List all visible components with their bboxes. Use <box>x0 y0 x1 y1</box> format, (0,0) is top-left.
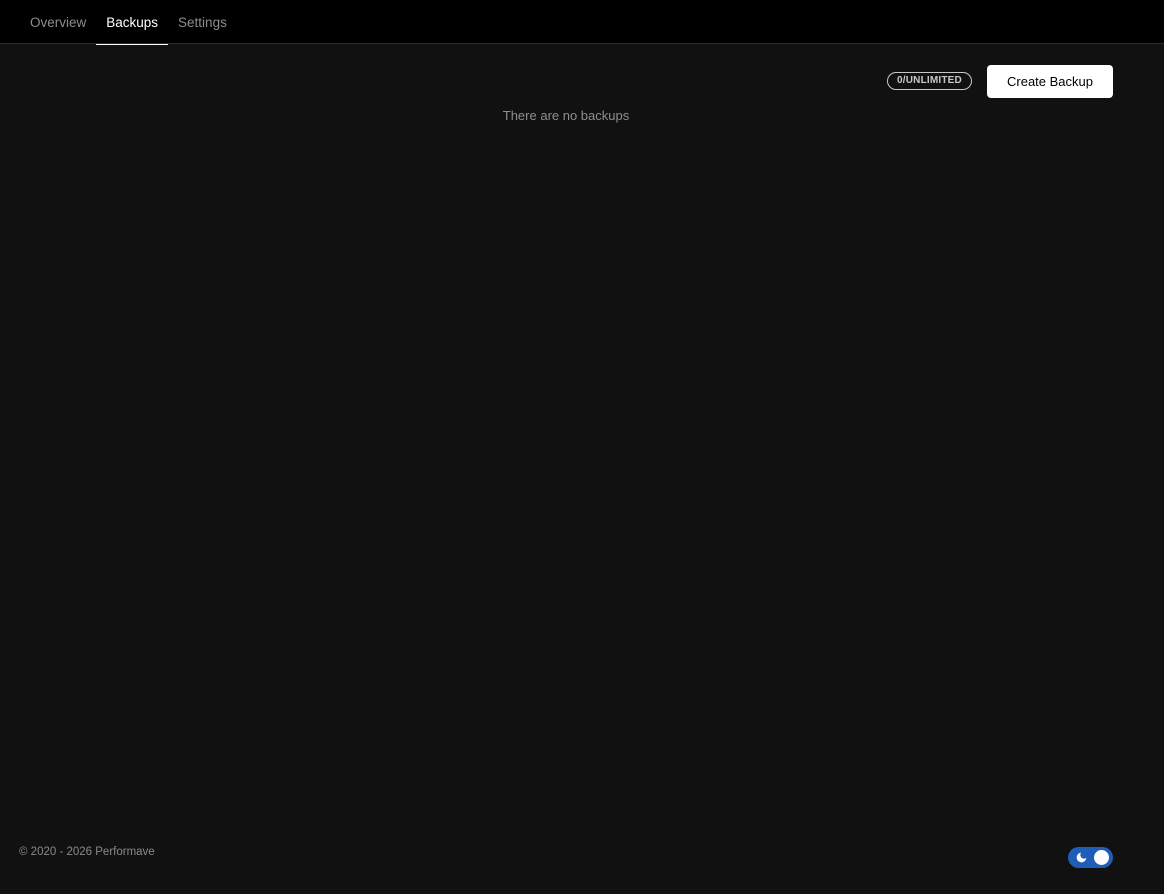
top-navigation-bar: Overview Backups Settings <box>0 0 1164 45</box>
tab-settings[interactable]: Settings <box>168 0 237 44</box>
tab-overview[interactable]: Overview <box>20 0 96 44</box>
footer: © 2020 - 2026 Performave <box>0 834 1164 894</box>
backups-panel: 0/UNLIMITED Create Backup There are no b… <box>0 44 1164 834</box>
toggle-knob <box>1094 850 1109 865</box>
moon-icon <box>1076 852 1087 863</box>
create-backup-button[interactable]: Create Backup <box>987 65 1113 98</box>
empty-state-message: There are no backups <box>502 108 630 123</box>
copyright-text: © 2020 - 2026 Performave <box>19 846 155 858</box>
theme-toggle[interactable] <box>1068 847 1113 868</box>
backup-quota-badge: 0/UNLIMITED <box>887 72 972 90</box>
tab-list: Overview Backups Settings <box>20 0 237 45</box>
tab-backups[interactable]: Backups <box>96 0 168 45</box>
